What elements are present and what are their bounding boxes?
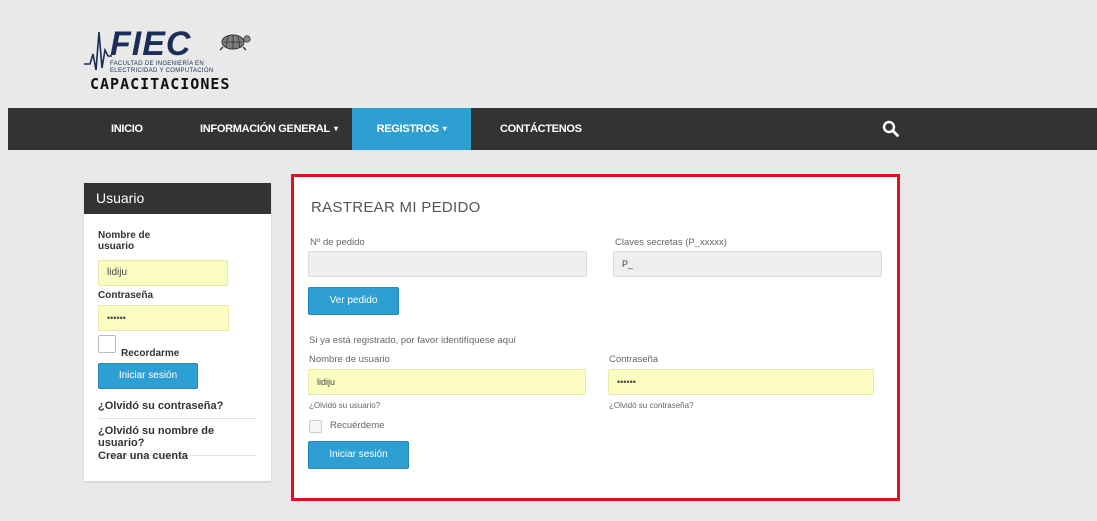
turtle-icon: [219, 34, 251, 51]
nav-informacion-general[interactable]: INFORMACIÓN GENERAL ▾: [200, 108, 338, 150]
caret-down-icon: ▾: [333, 124, 338, 133]
secret-key-label: Claves secretas (P_xxxxx): [615, 237, 727, 248]
remember-checkbox[interactable]: [98, 335, 116, 353]
login-button[interactable]: Iniciar sesión: [308, 441, 409, 469]
track-order-panel: RASTREAR MI PEDIDO Nº de pedido Claves s…: [291, 174, 900, 501]
create-account-link[interactable]: Crear una cuenta: [98, 450, 257, 468]
main-navbar: INICIO INFORMACIÓN GENERAL ▾ REGISTROS ▾ C…: [8, 108, 1097, 150]
username-label: Nombre de usuario: [309, 354, 390, 365]
remember-label: Recordarme: [121, 348, 180, 359]
username-label: Nombre de usuario: [98, 230, 151, 252]
page-title: RASTREAR MI PEDIDO: [311, 199, 481, 216]
password-label: Contraseña: [609, 354, 659, 365]
password-label: Contraseña: [98, 290, 154, 301]
sidebar-login-button[interactable]: Iniciar sesión: [98, 363, 198, 389]
forgot-username-link[interactable]: ¿Olvidó su usuario?: [309, 401, 380, 410]
logo-brand: FIEC: [110, 25, 192, 63]
user-login-panel: Usuario Nombre de usuario lidiju Contras…: [84, 183, 271, 481]
nav-contactenos[interactable]: CONTÁCTENOS: [500, 108, 582, 150]
order-number-input[interactable]: [308, 251, 587, 277]
password-field[interactable]: ••••••: [98, 305, 229, 331]
site-logo[interactable]: FIEC Facultad de Ingeniería en Electrici…: [84, 24, 264, 96]
panel-title: Usuario: [84, 183, 271, 214]
username-field[interactable]: lidiju: [98, 260, 228, 286]
registered-prompt: Si ya está registrado, por favor identif…: [309, 335, 517, 346]
username-input[interactable]: lidiju: [308, 369, 586, 395]
forgot-password-link[interactable]: ¿Olvidó su contraseña?: [609, 401, 694, 410]
nav-registros[interactable]: REGISTROS ▾: [352, 108, 471, 150]
secret-key-input[interactable]: P_: [613, 251, 882, 277]
remember-me-checkbox[interactable]: [309, 420, 322, 433]
remember-me-label: Recuérdeme: [330, 420, 385, 431]
password-input[interactable]: ••••••: [608, 369, 874, 395]
nav-inicio[interactable]: INICIO: [111, 108, 143, 150]
forgot-password-link[interactable]: ¿Olvidó su contraseña?: [98, 400, 257, 419]
order-number-label: Nº de pedido: [310, 237, 365, 248]
logo-tagline: CAPACITACIONES: [90, 75, 231, 93]
logo-subtitle: Facultad de Ingeniería en Electricidad y…: [110, 61, 214, 74]
signal-wave-icon: [84, 31, 112, 71]
search-icon[interactable]: [882, 120, 900, 138]
view-order-button[interactable]: Ver pedido: [308, 287, 399, 315]
caret-down-icon: ▾: [442, 124, 447, 133]
